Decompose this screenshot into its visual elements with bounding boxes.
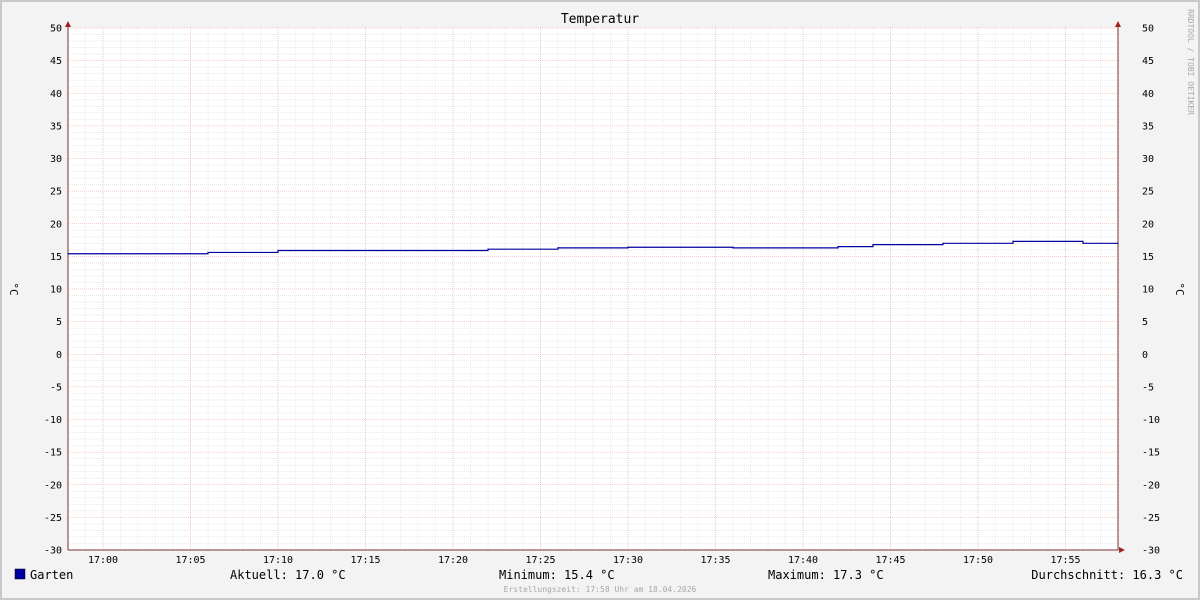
y-tick-label-right: 25 (1142, 187, 1154, 198)
data-point (872, 244, 874, 246)
x-tick-label: 17:15 (350, 555, 380, 566)
y-tick-label-left: 35 (50, 121, 62, 132)
y-tick-label-right: -15 (1142, 448, 1160, 459)
y-tick-label-left: 5 (56, 317, 62, 328)
y-tick-label-left: 25 (50, 187, 62, 198)
x-tick-label: 17:40 (788, 555, 818, 566)
y-tick-label-left: -5 (50, 382, 62, 393)
y-axis-arrow-right (1115, 21, 1121, 27)
y-tick-label-right: 30 (1142, 154, 1154, 165)
y-axis-label-right: °C (1173, 282, 1186, 295)
y-tick-label-left: 0 (56, 350, 62, 361)
data-point (67, 253, 69, 255)
y-tick-label-left: 30 (50, 154, 62, 165)
y-tick-label-right: 20 (1142, 219, 1154, 230)
data-point (627, 246, 629, 248)
y-axis-arrow-left (65, 21, 71, 27)
y-tick-label-right: -25 (1142, 513, 1160, 524)
temperature-chart: 50 5045 4540 4035 3530 3025 2520 2015 1510 105 50 0… (7, 9, 1195, 594)
stat-minimum: Minimum: 15.4 °C (499, 568, 615, 582)
y-tick-label-right: 40 (1142, 89, 1154, 100)
x-tick-label: 17:20 (438, 555, 468, 566)
data-point (1117, 242, 1119, 244)
x-tick-label: 17:50 (963, 555, 993, 566)
data-point (1082, 242, 1084, 244)
x-tick-label: 17:35 (700, 555, 730, 566)
creation-footer: Erstellungszeit: 17:58 Uhr am 18.04.2026 (504, 585, 697, 594)
y-tick-label-left: -25 (44, 513, 62, 524)
y-tick-label-right: 10 (1142, 285, 1154, 296)
stat-aktuell: Aktuell: 17.0 °C (230, 568, 346, 582)
data-point (1012, 240, 1014, 242)
y-tick-label-left: 45 (50, 56, 62, 67)
x-tick-label: 17:30 (613, 555, 643, 566)
chart-title: Temperatur (561, 12, 639, 27)
legend-label-garten: Garten (30, 568, 73, 582)
stat-maximum: Maximum: 17.3 °C (768, 568, 884, 582)
y-tick-label-right: 0 (1142, 350, 1148, 361)
x-tick-label: 17:10 (263, 555, 293, 566)
y-tick-label-left: 40 (50, 89, 62, 100)
x-tick-label: 17:55 (1050, 555, 1080, 566)
data-point (487, 248, 489, 250)
data-point (732, 247, 734, 249)
y-tick-label-right: -10 (1142, 415, 1160, 426)
x-tick-label: 17:25 (525, 555, 555, 566)
y-tick-label-right: 5 (1142, 317, 1148, 328)
watermark: RRDTOOL / TOBI OETIKER (1186, 9, 1195, 115)
y-tick-label-left: -10 (44, 415, 62, 426)
y-tick-label-left: 15 (50, 252, 62, 263)
y-tick-label-right: 15 (1142, 252, 1154, 263)
data-point (207, 251, 209, 254)
stat-durchschnitt: Durchschnitt: 16.3 °C (1031, 568, 1183, 582)
data-point (277, 249, 279, 252)
y-tick-label-left: 20 (50, 219, 62, 230)
x-tick-label: 17:00 (88, 555, 118, 566)
y-tick-label-right: 50 (1142, 24, 1154, 35)
data-point (942, 242, 944, 244)
y-tick-label-left: -20 (44, 480, 62, 491)
y-tick-label-left: -15 (44, 448, 62, 459)
y-tick-label-right: -20 (1142, 480, 1160, 491)
y-tick-label-left: -30 (44, 546, 62, 557)
y-tick-label-left: 50 (50, 24, 62, 35)
x-tick-label: 17:45 (875, 555, 905, 566)
data-point (837, 245, 839, 248)
y-axis-label-left: °C (7, 282, 20, 295)
y-tick-label-right: -5 (1142, 382, 1154, 393)
y-tick-label-right: 45 (1142, 56, 1154, 67)
y-tick-label-right: 35 (1142, 121, 1154, 132)
x-tick-label: 17:05 (175, 555, 205, 566)
legend-swatch-garten (14, 568, 26, 580)
data-point (557, 247, 559, 249)
x-axis-arrow (1119, 547, 1125, 553)
y-tick-label-left: 10 (50, 285, 62, 296)
chart-frame: 50 50 45 45 40 40 35 35 30 30 25 25 20 20 15 15 10 10 5 5 0 0… (0, 0, 1200, 600)
y-tick-label-right: -30 (1142, 546, 1160, 557)
